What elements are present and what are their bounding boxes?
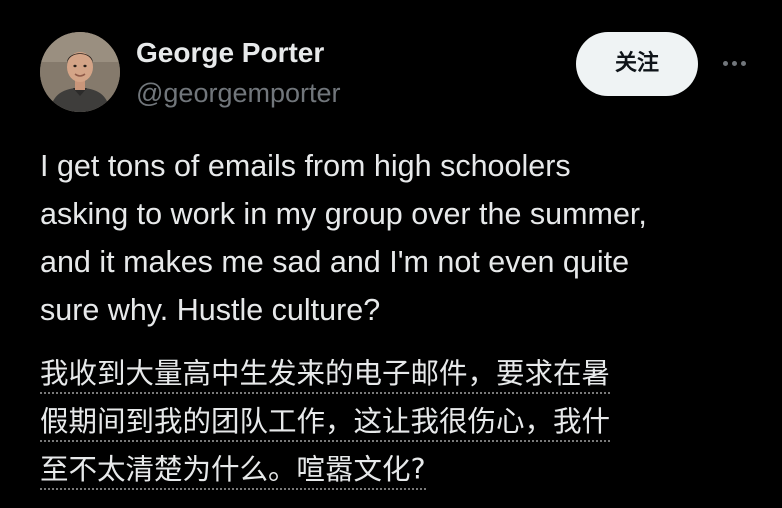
translation-text: 我收到大量高中生发来的电子邮件，要求在暑: [40, 357, 611, 394]
translation-text: 假期间到我的团队工作，这让我很伤心，我什: [40, 405, 611, 442]
avatar-image: [40, 32, 120, 112]
avatar[interactable]: [40, 32, 120, 112]
more-options-icon[interactable]: [716, 48, 752, 78]
translation-text: 至不太清楚为什么。喧嚣文化?: [40, 453, 426, 490]
follow-button[interactable]: 关注: [576, 32, 698, 96]
author-name[interactable]: George Porter: [136, 36, 324, 70]
more-dot: [731, 60, 737, 66]
translation-line: 我收到大量高中生发来的电子邮件，要求在暑: [40, 350, 740, 398]
author-handle[interactable]: @georgemporter: [136, 76, 341, 110]
more-dot: [722, 60, 728, 66]
more-dot: [740, 60, 746, 66]
translation-line: 假期间到我的团队工作，这让我很伤心，我什: [40, 398, 740, 446]
translation-line: 至不太清楚为什么。喧嚣文化?: [40, 446, 740, 494]
tweet-card: George Porter @georgemporter 关注 I get to…: [0, 0, 782, 508]
tweet-translation: 我收到大量高中生发来的电子邮件，要求在暑 假期间到我的团队工作，这让我很伤心，我…: [40, 350, 740, 494]
tweet-text: I get tons of emails from high schoolers…: [40, 149, 647, 327]
